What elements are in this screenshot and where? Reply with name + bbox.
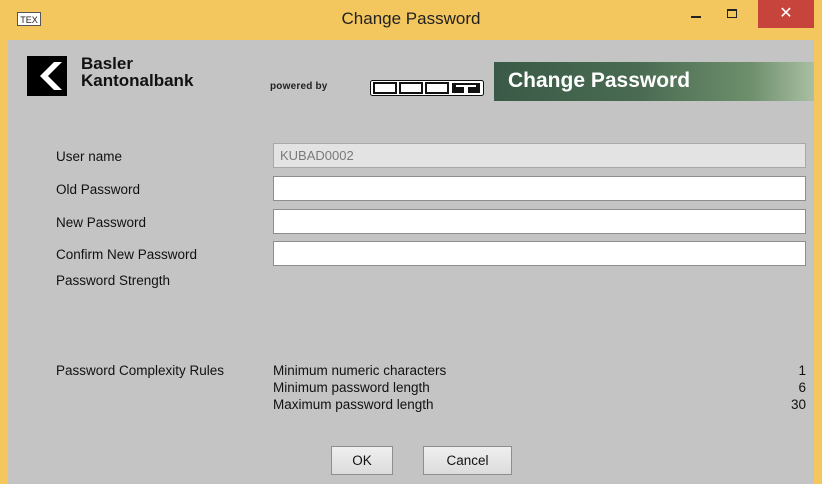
rule-name: Maximum password length (273, 397, 434, 412)
old-password-label: Old Password (56, 182, 141, 197)
cancel-button[interactable]: Cancel (423, 446, 512, 475)
bank-name-line2: Kantonalbank (81, 71, 194, 90)
title-bar: TEX Change Password ✕ (0, 0, 822, 40)
close-icon: ✕ (779, 5, 793, 22)
rule-name: Minimum numeric characters (273, 363, 447, 378)
user-name-field (273, 143, 806, 168)
confirm-password-field[interactable] (273, 241, 806, 266)
rule-value: 30 (790, 397, 806, 412)
rule-name: Minimum password length (273, 380, 430, 395)
dialog-body: Basler Kantonalbank powered by Change Pa… (8, 40, 814, 484)
bank-name: Basler Kantonalbank (81, 55, 193, 89)
maximize-button[interactable] (716, 0, 750, 30)
rule-value: 1 (798, 363, 806, 378)
maximize-icon (727, 9, 737, 18)
close-button[interactable]: ✕ (758, 0, 814, 28)
banner-title: Change Password (494, 62, 814, 101)
complexity-rules-label: Password Complexity Rules (56, 363, 225, 378)
product-logo-360t (370, 80, 484, 96)
user-name-label: User name (56, 149, 123, 164)
new-password-field[interactable] (273, 209, 806, 234)
rule-value: 6 (798, 380, 806, 395)
old-password-field[interactable] (273, 176, 806, 201)
minimize-button[interactable] (679, 0, 713, 30)
minimize-icon (691, 16, 701, 18)
password-strength-label: Password Strength (56, 273, 171, 288)
confirm-password-label: Confirm New Password (56, 247, 198, 262)
ok-button[interactable]: OK (331, 446, 393, 475)
bank-name-line1: Basler (81, 54, 133, 73)
powered-by-text: powered by (270, 81, 328, 92)
new-password-label: New Password (56, 215, 147, 230)
bank-logo (27, 56, 67, 96)
